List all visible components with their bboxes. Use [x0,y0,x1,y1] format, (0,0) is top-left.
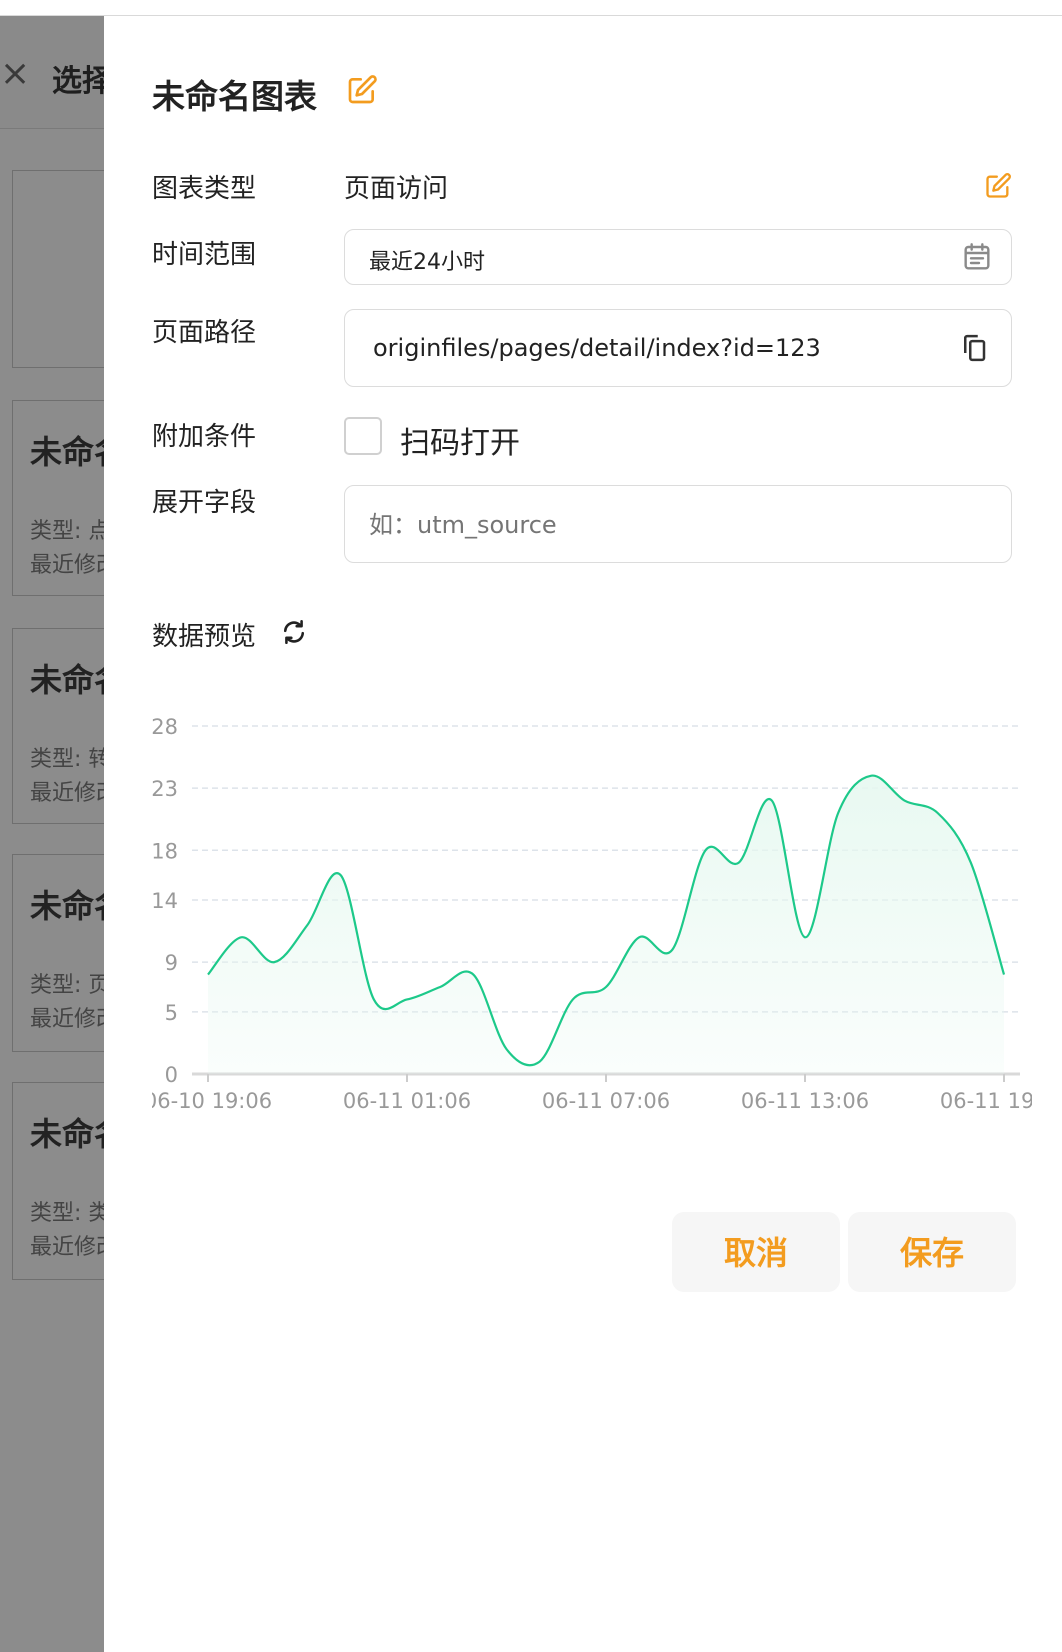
background-card[interactable]: 未命名图表 类型: 点击事件 最近修改 [12,400,104,596]
background-title: 选择 [52,64,104,99]
page-visit-chart: 0 5 9 14 18 23 28 06-10 19:06 06-11 01:06 06-11 0… [152,715,1032,1113]
background-card[interactable]: 未命名图表 类型: 类型 最近修改 [12,1082,104,1280]
time-range-label: 时间范围 [152,240,257,270]
card-type: 类型: 类型 [30,1201,104,1226]
data-preview-label: 数据预览 [152,622,257,652]
close-icon[interactable]: × [0,56,30,92]
background-card[interactable] [12,170,104,368]
edit-title-icon[interactable] [346,74,378,106]
y-tick-label: 18 [152,839,178,863]
card-modified: 最近修改 [30,1007,104,1032]
y-tick-label: 14 [152,889,178,913]
time-range-value: 最近24小时 [369,250,485,275]
y-tick-label: 5 [165,1001,178,1025]
page-path-value: originfiles/pages/detail/index?id=123 [373,334,821,362]
background-page: × 选择 未命名图表 类型: 点击事件 最近修改 未命名图表 类型: 转化 最近… [0,16,104,1652]
chart-type-label: 图表类型 [152,174,257,204]
scan-open-label[interactable]: 扫码打开 [400,418,520,462]
save-button[interactable]: 保存 [848,1212,1016,1292]
refresh-icon[interactable] [280,618,308,646]
expand-field-label: 展开字段 [152,488,257,518]
y-tick-label: 23 [152,777,178,801]
x-tick-label: 06-11 01:06 [343,1089,471,1113]
top-bar [0,0,1062,16]
x-tick-label: 06-11 07:06 [542,1089,670,1113]
chart-type-value: 页面访问 [344,174,449,204]
x-tick-label: 06-10 19:06 [152,1089,272,1113]
copy-icon[interactable] [959,333,989,363]
scan-open-checkbox[interactable] [344,417,382,455]
page-path-label: 页面路径 [152,318,257,348]
chart-title: 未命名图表 [152,77,317,116]
y-tick-label: 9 [165,951,178,975]
card-modified: 最近修改 [30,781,104,806]
x-tick-label: 06-11 19:06 [940,1089,1032,1113]
card-type: 类型: 点击事件 [30,519,104,544]
cancel-button[interactable]: 取消 [672,1212,840,1292]
chart-editor-drawer: 未命名图表 图表类型 页面访问 时间范围 最近24小时 页面路径 originf… [104,16,1062,1652]
x-tick-label: 06-11 13:06 [741,1089,869,1113]
y-tick-label: 0 [165,1063,178,1087]
card-modified: 最近修改 [30,553,104,578]
card-title: 未命名图表 [30,1115,104,1153]
series-area [208,775,1004,1074]
card-modified: 最近修改 [30,1235,104,1260]
background-header: × 选择 [0,16,104,129]
expand-field-input[interactable] [367,504,971,546]
edit-icon[interactable] [984,172,1012,200]
y-tick-label: 28 [152,715,178,739]
card-title: 未命名图表 [30,661,104,699]
card-title: 未命名图表 [30,887,104,925]
background-card[interactable]: 未命名图表 类型: 转化 最近修改 [12,628,104,824]
expand-field-input-wrapper [344,485,1012,563]
calendar-icon[interactable] [961,241,993,273]
card-title: 未命名图表 [30,433,104,471]
extra-condition-label: 附加条件 [152,422,257,452]
card-type: 类型: 转化 [30,747,104,772]
card-type: 类型: 页面访问 [30,973,104,998]
page-path-field[interactable]: originfiles/pages/detail/index?id=123 [344,309,1012,387]
background-card[interactable]: 未命名图表 类型: 页面访问 最近修改 [12,854,104,1052]
time-range-picker[interactable]: 最近24小时 [344,229,1012,285]
